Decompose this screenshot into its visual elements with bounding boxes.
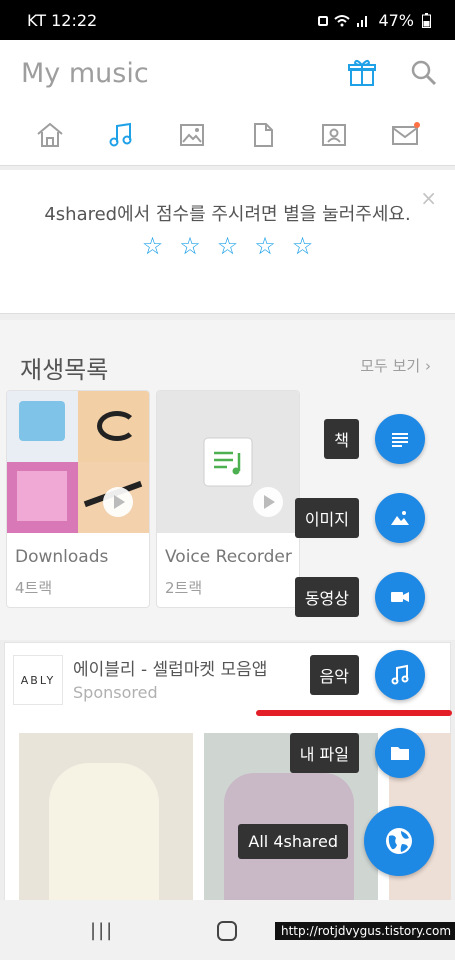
section-title: 재생목록 xyxy=(20,356,109,384)
status-bar: KT 12:22 47% xyxy=(0,0,455,40)
fab-item-image[interactable]: 이미지 xyxy=(294,493,425,543)
playlist-cover-collage xyxy=(7,391,149,533)
tab-images[interactable] xyxy=(177,120,207,150)
ad-sponsored-label: Sponsored xyxy=(73,683,158,702)
tab-music[interactable] xyxy=(106,120,136,150)
fab-item-music[interactable]: 음악 xyxy=(309,650,425,700)
folder-icon xyxy=(391,747,409,760)
see-all-link[interactable]: 모두 보기 › xyxy=(360,355,431,376)
image-icon xyxy=(180,124,204,146)
rating-prompt: 4shared에서 점수를 주시려면 별을 눌러주세요. × ☆ ☆ ☆ ☆ ☆ xyxy=(0,170,455,314)
category-tabs xyxy=(0,120,455,156)
contact-icon xyxy=(322,124,346,146)
battery-level: 47% xyxy=(378,11,414,30)
highlight-underline xyxy=(256,710,452,716)
playlist-name: Downloads xyxy=(15,547,109,567)
ad-logo: ABLY xyxy=(13,655,63,705)
fab-label: All 4shared xyxy=(238,823,348,859)
book-icon xyxy=(392,433,408,447)
fab-button[interactable] xyxy=(375,572,425,622)
battery-icon xyxy=(422,13,431,28)
playlist-card-downloads[interactable]: Downloads 4트랙 xyxy=(6,390,150,608)
fab-label: 동영상 xyxy=(294,577,359,617)
fab-button[interactable] xyxy=(375,650,425,700)
fab-button[interactable] xyxy=(375,493,425,543)
playlist-cover-placeholder xyxy=(157,391,299,533)
star-3-icon[interactable]: ☆ xyxy=(217,232,239,260)
playlist-name: Voice Recorder xyxy=(165,547,292,567)
home-icon xyxy=(37,122,63,147)
tab-home[interactable] xyxy=(35,120,65,150)
fab-button[interactable] xyxy=(375,414,425,464)
recents-button[interactable]: ||| xyxy=(90,920,114,941)
fab-label: 내 파일 xyxy=(289,733,359,773)
ad-image[interactable] xyxy=(19,733,193,905)
star-rating: ☆ ☆ ☆ ☆ ☆ xyxy=(0,232,455,260)
play-icon[interactable] xyxy=(253,487,283,517)
home-button[interactable] xyxy=(217,921,237,941)
playlist-card-voice-recorder[interactable]: Voice Recorder 2트랙 xyxy=(156,390,300,608)
music-icon xyxy=(391,664,409,685)
gift-icon[interactable] xyxy=(347,58,377,88)
carrier-time: KT 12:22 xyxy=(27,11,98,30)
fab-main-button[interactable] xyxy=(364,806,434,876)
fab-label: 음악 xyxy=(309,655,359,695)
image-icon xyxy=(391,511,409,525)
wifi-icon xyxy=(334,14,351,26)
fab-item-video[interactable]: 동영상 xyxy=(294,572,425,622)
close-icon[interactable]: × xyxy=(420,186,437,210)
status-icons: 47% xyxy=(318,11,431,30)
fab-button[interactable] xyxy=(375,728,425,778)
fab-label: 이미지 xyxy=(294,498,359,538)
tab-contacts[interactable] xyxy=(319,120,349,150)
rating-message: 4shared에서 점수를 주시려면 별을 눌러주세요. xyxy=(44,204,411,225)
fab-item-all-4shared[interactable]: All 4shared xyxy=(238,806,434,876)
notification-icon xyxy=(318,15,329,26)
fab-item-book[interactable]: 책 xyxy=(324,414,425,464)
star-5-icon[interactable]: ☆ xyxy=(292,232,314,260)
playlist-track-count: 2트랙 xyxy=(165,579,203,597)
globe-icon xyxy=(386,828,412,854)
star-2-icon[interactable]: ☆ xyxy=(179,232,201,260)
playlist-music-icon xyxy=(203,437,253,487)
play-icon[interactable] xyxy=(103,487,133,517)
video-icon xyxy=(391,592,409,602)
music-icon xyxy=(109,122,132,147)
cell-signal-icon xyxy=(357,15,368,27)
search-icon[interactable] xyxy=(409,58,439,88)
ad-title: 에이블리 - 셀럽마켓 모음앱 xyxy=(73,660,268,680)
watermark: http://rotjdvygus.tistory.com xyxy=(275,922,455,940)
mail-icon xyxy=(392,122,420,145)
fab-item-my-files[interactable]: 내 파일 xyxy=(289,728,425,778)
star-1-icon[interactable]: ☆ xyxy=(142,232,164,260)
tab-documents[interactable] xyxy=(248,120,278,150)
star-4-icon[interactable]: ☆ xyxy=(254,232,276,260)
file-icon xyxy=(254,123,273,147)
playlist-track-count: 4트랙 xyxy=(15,579,53,597)
tab-mail[interactable] xyxy=(390,120,420,150)
page-title: My music xyxy=(21,58,149,89)
app-header: My music xyxy=(0,40,455,166)
signal-icons xyxy=(318,14,370,28)
fab-label: 책 xyxy=(324,419,359,459)
